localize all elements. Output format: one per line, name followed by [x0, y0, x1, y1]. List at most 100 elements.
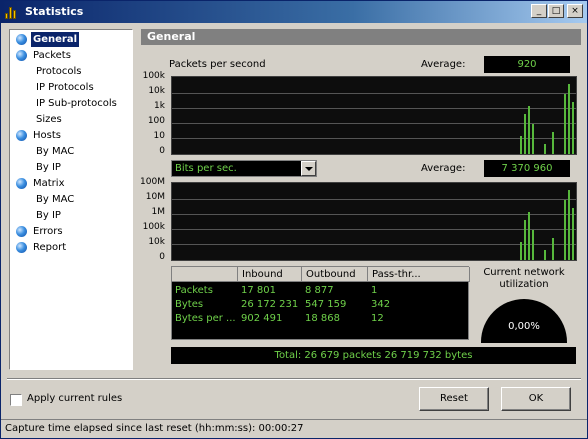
activity-bar [520, 242, 522, 260]
ok-button[interactable]: OK [501, 387, 571, 411]
activity-bar [568, 84, 570, 154]
axis-tick: 1M [151, 207, 166, 217]
table-cell: 18 868 [305, 313, 340, 324]
axis-tick: 100 [147, 116, 165, 126]
bits-graph [171, 182, 577, 261]
packets-graph-label: Packets per second [169, 59, 266, 70]
tree-item-label: By MAC [36, 146, 75, 157]
utilization-label: Current network utilization [483, 267, 565, 290]
table-header[interactable]: Inbound [238, 267, 302, 282]
table-header[interactable]: Outbound [302, 267, 368, 282]
axis-tick: 100M [140, 177, 165, 187]
axis-tick: 100k [142, 71, 165, 81]
general-panel: General Packets per second Average: 920 … [140, 29, 581, 370]
table-cell: Packets [175, 285, 213, 296]
activity-bar [532, 230, 534, 260]
table-header[interactable] [172, 267, 238, 282]
bits-average-value: 7 370 960 [484, 160, 570, 177]
activity-bar [568, 190, 570, 260]
activity-bar [564, 200, 566, 260]
packets-average-label: Average: [421, 59, 466, 70]
table-cell: 26 172 231 [241, 299, 299, 310]
activity-bar [524, 220, 526, 260]
tree-item-label: General [30, 31, 80, 48]
bits-average-label: Average: [421, 163, 466, 174]
packets-graph [171, 76, 577, 155]
activity-bar [564, 94, 566, 154]
activity-bar [532, 124, 534, 154]
table-cell: 902 491 [241, 313, 283, 324]
activity-bar [552, 132, 554, 154]
axis-tick: 0 [159, 146, 165, 156]
chevron-down-icon[interactable] [301, 161, 316, 176]
axis-tick: 10 [153, 131, 165, 141]
maximize-button[interactable]: □ [548, 4, 564, 18]
title-bar[interactable]: Statistics _ □ × [1, 1, 587, 23]
node-icon [16, 242, 27, 253]
table-cell: 547 159 [305, 299, 347, 310]
axis-tick: 10M [145, 192, 165, 202]
grid-line [172, 123, 576, 124]
panel-header: General [141, 29, 581, 45]
unit-select-value: Bits per sec. [175, 163, 237, 174]
activity-bar [544, 250, 546, 260]
packets-average-value: 920 [484, 56, 570, 73]
tree-item-label: By MAC [36, 194, 75, 205]
activity-bar [572, 102, 574, 154]
node-icon [16, 226, 27, 237]
status-bar: Capture time elapsed since last reset (h… [1, 419, 587, 438]
table-cell: 342 [371, 299, 391, 310]
category-tree[interactable]: General Packets Protocols IP Protocols IP Su… [9, 29, 133, 370]
axis-tick: 10k [148, 86, 165, 96]
activity-bar [520, 136, 522, 154]
minimize-button[interactable]: _ [531, 4, 547, 18]
unit-select[interactable]: Bits per sec. [171, 160, 317, 177]
apply-rules-label[interactable]: Apply current rules [27, 393, 122, 404]
axis-tick: 10k [148, 237, 165, 247]
tree-item-label: IP Protocols [36, 82, 94, 93]
table-cell: Bytes [175, 299, 204, 310]
activity-bar [572, 208, 574, 260]
activity-bar [524, 114, 526, 154]
apply-rules-checkbox[interactable] [10, 394, 22, 406]
tree-item-label: Hosts [33, 130, 61, 141]
node-icon [16, 34, 27, 45]
statistics-window: Statistics _ □ × General Packets Protocols… [0, 0, 588, 439]
tree-item-label: By IP [36, 210, 61, 221]
node-icon [16, 50, 27, 61]
reset-button[interactable]: Reset [419, 387, 489, 411]
bar-chart-icon [5, 5, 19, 19]
activity-bar [528, 212, 530, 260]
tree-item-label: Packets [33, 50, 71, 61]
axis-tick: 1k [154, 101, 165, 111]
table-cell: 17 801 [241, 285, 276, 296]
tree-item-label: Report [33, 242, 67, 253]
table-cell: 8 877 [305, 285, 334, 296]
table-header[interactable]: Pass-thr... [368, 267, 470, 282]
tree-item-label: By IP [36, 162, 61, 173]
utilization-value: 0,00% [508, 321, 540, 332]
node-icon [16, 178, 27, 189]
grid-line [172, 108, 576, 109]
grid-line [172, 93, 576, 94]
tree-item-label: Matrix [33, 178, 65, 189]
activity-bar [528, 106, 530, 154]
divider [7, 378, 581, 380]
traffic-table: Inbound Outbound Pass-thr... Packets 17 801 8… [171, 266, 470, 340]
total-summary: Total: 26 679 packets 26 719 732 bytes [171, 347, 576, 364]
utilization-gauge: 0,00% [481, 299, 567, 343]
activity-bar [552, 238, 554, 260]
grid-line [172, 229, 576, 230]
grid-line [172, 214, 576, 215]
close-button[interactable]: × [567, 4, 583, 18]
grid-line [172, 199, 576, 200]
window-title: Statistics [25, 5, 84, 18]
table-cell: Bytes per ... [175, 313, 236, 324]
table-cell: 1 [371, 285, 378, 296]
activity-bar [544, 144, 546, 154]
tree-item-label: IP Sub-protocols [36, 98, 117, 109]
axis-tick: 100k [142, 222, 165, 232]
table-cell: 12 [371, 313, 384, 324]
axis-tick: 0 [159, 252, 165, 262]
tree-item-label: Protocols [36, 66, 82, 77]
